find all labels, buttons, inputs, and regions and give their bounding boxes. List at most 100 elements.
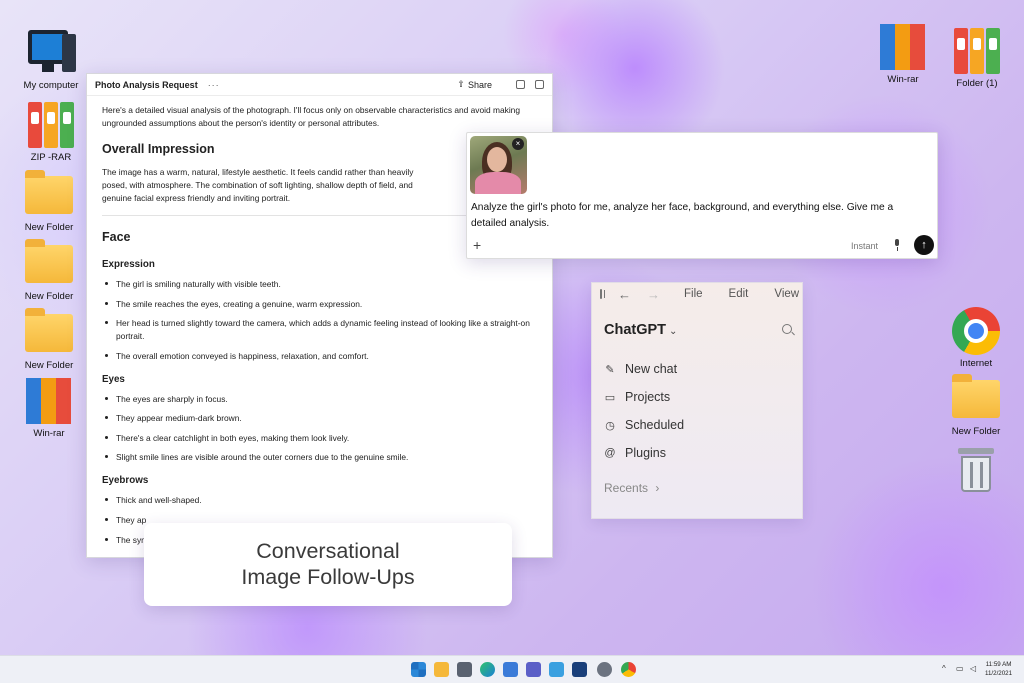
caption-card: Conversational Image Follow-Ups xyxy=(144,523,512,606)
add-attachment-icon[interactable]: + xyxy=(473,237,481,253)
photos-icon[interactable] xyxy=(549,662,564,677)
computer-icon xyxy=(24,28,78,78)
sidebar-nav: ✎ New chat ▭ Projects ◷ Scheduled @ Plug… xyxy=(604,355,684,467)
model-mode-selector[interactable]: Instant xyxy=(851,241,878,251)
sidebar-item-projects[interactable]: ▭ Projects xyxy=(604,383,684,411)
sidebar-item-label: Projects xyxy=(625,390,671,404)
desktop-icon-new-folder-1[interactable]: New Folder xyxy=(14,170,84,233)
prompt-composer[interactable]: × Analyze the girl's photo for me, analy… xyxy=(466,132,938,259)
taskbar: ^ ▭ ◁ 11:59 AM 11/2/2021 xyxy=(0,655,1024,683)
chrome-icon xyxy=(949,306,1003,356)
network-icon[interactable]: ▭ xyxy=(956,664,964,673)
teams-icon[interactable] xyxy=(526,662,541,677)
intro-paragraph: Here's a detailed visual analysis of the… xyxy=(102,105,520,129)
desktop-icon-my-computer[interactable]: My computer xyxy=(16,28,86,91)
app-title-dropdown[interactable]: ChatGPT ⌄ xyxy=(604,322,677,338)
recycle-bin-icon xyxy=(949,444,1003,494)
expression-list: The girl is smiling naturally with visib… xyxy=(102,278,537,363)
folder-icon xyxy=(949,374,1003,424)
desktop-icon-label: My computer xyxy=(23,80,79,91)
clock-time: 11:59 AM xyxy=(985,661,1012,668)
sidebar-item-label: New chat xyxy=(625,362,678,376)
clock-date: 11/2/2021 xyxy=(985,669,1013,677)
prompt-input[interactable]: Analyze the girl's photo for me, analyze… xyxy=(471,200,931,232)
system-clock[interactable]: 11:59 AM 11/2/2021 xyxy=(985,661,1012,678)
folder-icon xyxy=(22,308,76,358)
chrome-taskbar-icon[interactable] xyxy=(621,662,636,677)
list-item: The overall emotion conveyed is happines… xyxy=(102,350,537,363)
subheading-expression: Expression xyxy=(102,258,155,270)
recents-toggle[interactable]: Recents › xyxy=(604,481,659,495)
document-title: Photo Analysis Request xyxy=(95,79,198,90)
folder-outline-icon: ▭ xyxy=(604,391,616,404)
list-item: They appear medium-dark brown. xyxy=(102,412,537,425)
menu-view[interactable]: View xyxy=(774,288,799,300)
list-item: Thick and well-shaped. xyxy=(102,494,537,507)
remove-attachment-icon[interactable]: × xyxy=(512,138,524,150)
send-button[interactable]: ↑ xyxy=(914,235,934,255)
share-icon: ⇧ xyxy=(457,79,465,89)
desktop-icon-label: Win-rar xyxy=(33,428,65,439)
binders-icon xyxy=(24,100,78,150)
clock-icon: ◷ xyxy=(605,419,615,432)
widgets-icon[interactable] xyxy=(572,662,587,677)
desktop-icon-zip-rar[interactable]: ZIP -RAR xyxy=(16,100,86,163)
tray-overflow-icon[interactable]: ^ xyxy=(942,664,946,673)
desktop-icon-internet[interactable]: Internet xyxy=(941,306,1011,369)
volume-icon[interactable]: ◁ xyxy=(970,664,976,673)
store-icon[interactable] xyxy=(503,662,518,677)
list-item: The smile reaches the eyes, creating a g… xyxy=(102,298,537,311)
forward-arrow-icon[interactable]: → xyxy=(647,287,660,302)
desktop-icon-label: Folder (1) xyxy=(956,78,998,89)
share-button[interactable]: ⇧ Share xyxy=(457,79,492,90)
file-explorer-icon[interactable] xyxy=(434,662,449,677)
more-options-icon[interactable]: ··· xyxy=(208,80,220,90)
desktop-icon-new-folder-3[interactable]: New Folder xyxy=(14,308,84,371)
windows-start-icon[interactable] xyxy=(411,662,426,677)
search-icon[interactable] xyxy=(782,324,792,334)
recents-label: Recents xyxy=(604,481,649,495)
desktop-icon-label: New Folder xyxy=(24,222,74,233)
settings-icon[interactable] xyxy=(597,662,612,677)
desktop-icon-label: Internet xyxy=(959,358,993,369)
sidebar-item-label: Plugins xyxy=(625,446,666,460)
copy-icon[interactable] xyxy=(516,80,525,89)
folder-icon xyxy=(22,170,76,220)
menu-file[interactable]: File xyxy=(684,288,703,300)
list-item: There's a clear catchlight in both eyes,… xyxy=(102,432,537,445)
desktop-icon-win-rar-left[interactable]: Win-rar xyxy=(14,376,84,439)
winrar-icon xyxy=(22,376,76,426)
microphone-icon[interactable] xyxy=(893,239,901,251)
chevron-right-icon: › xyxy=(655,481,660,495)
share-label: Share xyxy=(467,79,492,90)
sidebar-item-scheduled[interactable]: ◷ Scheduled xyxy=(604,411,684,439)
expand-icon[interactable] xyxy=(535,80,544,89)
at-icon: @ xyxy=(604,447,616,459)
sidebar-item-plugins[interactable]: @ Plugins xyxy=(604,439,684,467)
menu-bar: ← → File Edit View xyxy=(592,283,802,305)
list-item: Her head is turned slightly toward the c… xyxy=(102,317,537,343)
list-item: Slight smile lines are visible around th… xyxy=(102,451,537,464)
chevron-down-icon: ⌄ xyxy=(669,326,678,337)
camera-icon[interactable] xyxy=(457,662,472,677)
sidebar-item-new-chat[interactable]: ✎ New chat xyxy=(604,355,684,383)
caption-line-1: Conversational xyxy=(256,539,400,563)
list-item: The girl is smiling naturally with visib… xyxy=(102,278,537,291)
desktop-icon-win-rar-right[interactable]: Win-rar xyxy=(868,22,938,85)
edit-icon: ✎ xyxy=(605,363,615,376)
desktop-icon-new-folder-right[interactable]: New Folder xyxy=(941,374,1011,437)
winrar-icon xyxy=(876,22,930,72)
back-arrow-icon[interactable]: ← xyxy=(618,287,631,302)
desktop-icon-recycle-bin[interactable] xyxy=(941,444,1011,494)
document-header: Photo Analysis Request ··· ⇧ Share xyxy=(87,74,552,96)
desktop-icon-label: New Folder xyxy=(24,360,74,371)
caption-line-2: Image Follow-Ups xyxy=(241,565,415,590)
desktop-icon-folder-1[interactable]: Folder (1) xyxy=(942,26,1012,89)
desktop-icon-new-folder-2[interactable]: New Folder xyxy=(14,239,84,302)
app-title: ChatGPT xyxy=(604,322,667,338)
menu-edit[interactable]: Edit xyxy=(729,288,749,300)
sidebar-toggle-icon[interactable] xyxy=(600,289,606,299)
chatgpt-window: ← → File Edit View ChatGPT ⌄ ✎ New chat ▭… xyxy=(591,282,803,519)
edge-icon[interactable] xyxy=(480,662,495,677)
subheading-eyes: Eyes xyxy=(102,373,125,385)
